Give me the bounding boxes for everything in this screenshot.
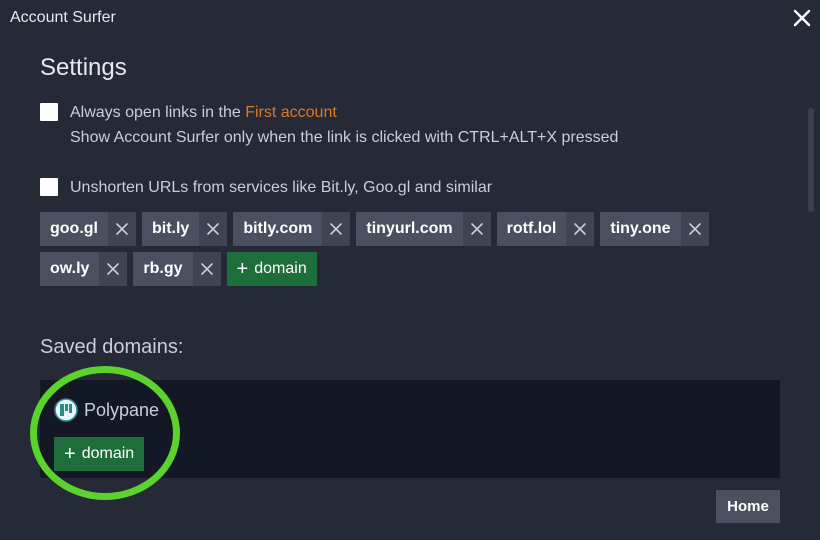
domain-tag: goo.gl: [40, 212, 136, 246]
domain-tag-label: bit.ly: [141, 212, 200, 246]
always-open-label: Always open links in the First account: [70, 104, 337, 122]
scrollbar-thumb[interactable]: [808, 108, 814, 212]
close-icon: [107, 263, 120, 275]
polypane-icon: [54, 398, 78, 422]
domain-tag: ow.ly: [40, 252, 128, 286]
close-icon: [207, 223, 220, 235]
app-title: Account Surfer: [10, 9, 116, 26]
domain-tag: bit.ly: [141, 212, 228, 246]
close-button[interactable]: [788, 4, 816, 32]
close-icon: [574, 223, 587, 235]
domain-tag-label: rb.gy: [133, 252, 193, 286]
remove-domain-button[interactable]: [192, 252, 221, 286]
saved-domain-polypane[interactable]: Polypane: [54, 398, 159, 422]
remove-domain-button[interactable]: [322, 212, 351, 246]
remove-domain-button[interactable]: [107, 212, 136, 246]
domain-tag-label: ow.ly: [40, 252, 100, 286]
domain-tag: tiny.one: [600, 212, 709, 246]
close-icon: [793, 9, 811, 27]
domain-tag-label: tinyurl.com: [356, 212, 463, 246]
domain-tag: tinyurl.com: [356, 212, 491, 246]
settings-title: Settings: [40, 54, 127, 81]
domain-tag: bitly.com: [233, 212, 351, 246]
shortener-domain-list: goo.gl bit.ly bitly.com tinyurl.com rotf.lol…: [40, 212, 740, 286]
add-domain-label: domain: [254, 260, 307, 277]
plus-icon: +: [64, 443, 76, 465]
close-icon: [470, 223, 483, 235]
close-icon: [200, 263, 213, 275]
add-domain-button[interactable]: + domain: [226, 252, 317, 286]
remove-domain-button[interactable]: [199, 212, 228, 246]
unshorten-label: Unshorten URLs from services like Bit.ly…: [70, 179, 493, 196]
title-bar: Account Surfer: [0, 0, 820, 36]
domain-tag-label: goo.gl: [40, 212, 108, 246]
always-open-checkbox[interactable]: [40, 103, 58, 121]
saved-domains-title: Saved domains:: [40, 336, 184, 358]
domain-tag-label: tiny.one: [600, 212, 681, 246]
remove-domain-button[interactable]: [462, 212, 491, 246]
domain-tag-label: rotf.lol: [496, 212, 567, 246]
close-icon: [330, 223, 343, 235]
saved-domain-label: Polypane: [84, 399, 160, 420]
domain-tag-label: bitly.com: [233, 212, 323, 246]
domain-tag: rotf.lol: [496, 212, 595, 246]
remove-domain-button[interactable]: [680, 212, 709, 246]
close-icon: [688, 223, 701, 235]
close-icon: [116, 223, 128, 235]
unshorten-checkbox[interactable]: [40, 178, 58, 196]
domain-tag: rb.gy: [133, 252, 221, 286]
first-account-link[interactable]: First account: [245, 104, 337, 121]
home-button[interactable]: Home: [716, 490, 780, 523]
always-open-description: Show Account Surfer only when the link i…: [70, 129, 619, 146]
add-saved-domain-button[interactable]: + domain: [54, 437, 145, 471]
remove-domain-button[interactable]: [99, 252, 128, 286]
saved-domains-panel: Polypane + domain: [40, 380, 780, 478]
add-saved-domain-label: domain: [81, 445, 135, 462]
remove-domain-button[interactable]: [566, 212, 595, 246]
always-open-label-prefix: Always open links in the: [70, 104, 246, 121]
plus-icon: +: [236, 258, 249, 280]
